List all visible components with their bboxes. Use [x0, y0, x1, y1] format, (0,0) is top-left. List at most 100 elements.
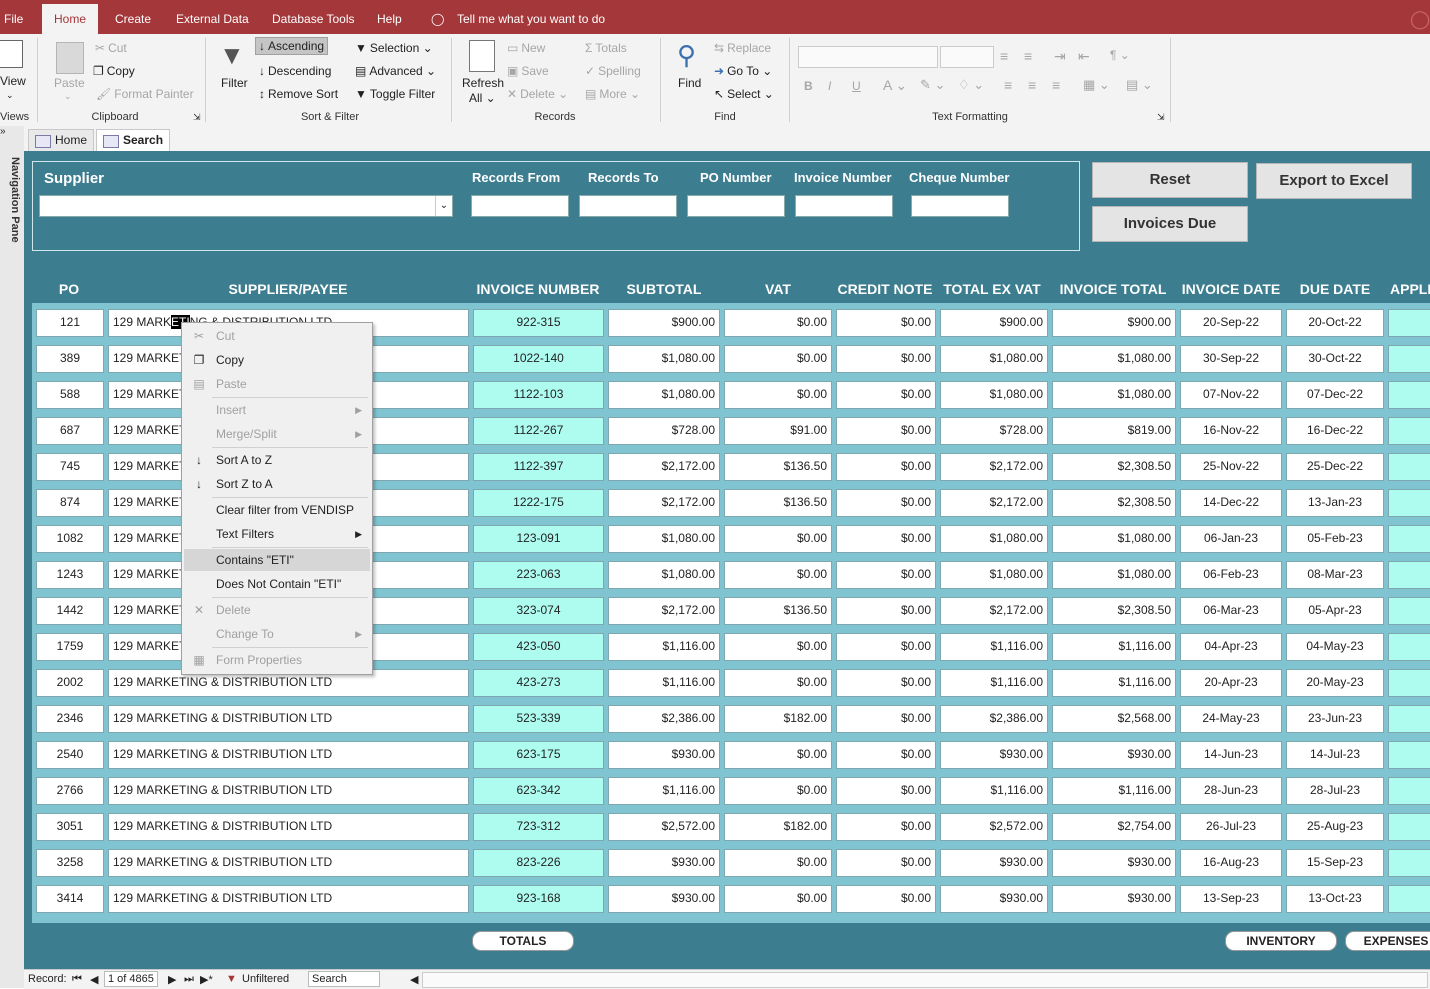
menu-item-does-not-contain-eti[interactable]: Does Not Contain "ETI" [184, 573, 370, 595]
cell-invoice-total[interactable]: $819.00 [1052, 417, 1176, 445]
menu-item-clear-filter-from-vendisp[interactable]: Clear filter from VENDISP [184, 499, 370, 521]
cell-invoice-date[interactable]: 04-Apr-23 [1180, 633, 1282, 661]
cell-credit-note[interactable]: $0.00 [836, 741, 936, 769]
cell-due-date[interactable]: 20-Oct-22 [1286, 309, 1384, 337]
cell-due-date[interactable]: 14-Jul-23 [1286, 741, 1384, 769]
cell-credit-note[interactable]: $0.00 [836, 345, 936, 373]
cell-invoice-total[interactable]: $930.00 [1052, 885, 1176, 913]
highlight-icon[interactable]: ✎ ⌄ [920, 77, 945, 93]
current-record-input[interactable]: 1 of 4865 [104, 971, 158, 987]
find-button[interactable]: Find [678, 76, 701, 90]
cell-total-ex-vat[interactable]: $2,172.00 [940, 489, 1048, 517]
cell-credit-note[interactable]: $0.00 [836, 453, 936, 481]
menu-item-copy[interactable]: ❐ Copy [184, 349, 370, 371]
previous-record-icon[interactable]: ◀ [90, 973, 98, 986]
cell-invoice-total[interactable]: $2,754.00 [1052, 813, 1176, 841]
cell-due-date[interactable]: 13-Jan-23 [1286, 489, 1384, 517]
save-record-button[interactable]: ▣ Save [507, 64, 549, 78]
font-color-icon[interactable]: A ⌄ [883, 77, 907, 94]
chevron-down-icon[interactable]: ⌄ [64, 91, 72, 102]
font-name-select[interactable] [798, 46, 938, 68]
cell-total-ex-vat[interactable]: $2,572.00 [940, 813, 1048, 841]
cell-total-ex-vat[interactable]: $930.00 [940, 885, 1048, 913]
cell-po[interactable]: 874 [36, 489, 104, 517]
cell-applied[interactable] [1388, 741, 1430, 769]
cell-po[interactable]: 3258 [36, 849, 104, 877]
descending-button[interactable]: ↓ Descending [259, 64, 331, 78]
cell-invoice-number[interactable]: 1122-267 [473, 417, 604, 445]
cell-invoice-number[interactable]: 1022-140 [473, 345, 604, 373]
menu-item-contains-eti[interactable]: Contains "ETI" [184, 549, 370, 571]
cell-vat[interactable]: $0.00 [724, 849, 832, 877]
cell-applied[interactable] [1388, 561, 1430, 589]
cell-invoice-total[interactable]: $1,080.00 [1052, 345, 1176, 373]
cell-due-date[interactable]: 07-Dec-22 [1286, 381, 1384, 409]
cell-subtotal[interactable]: $2,172.00 [608, 597, 720, 625]
first-record-icon[interactable]: ⏮ [72, 973, 82, 986]
cell-subtotal[interactable]: $1,080.00 [608, 525, 720, 553]
spelling-button[interactable]: ✓ Spelling [585, 64, 641, 78]
cell-total-ex-vat[interactable]: $930.00 [940, 741, 1048, 769]
cell-subtotal[interactable]: $1,080.00 [608, 345, 720, 373]
chevron-down-icon[interactable]: ⌄ [6, 90, 14, 101]
view-icon[interactable] [0, 40, 23, 68]
cell-total-ex-vat[interactable]: $1,116.00 [940, 777, 1048, 805]
cell-credit-note[interactable]: $0.00 [836, 597, 936, 625]
cell-invoice-date[interactable]: 06-Mar-23 [1180, 597, 1282, 625]
cell-invoice-total[interactable]: $1,080.00 [1052, 561, 1176, 589]
cell-due-date[interactable]: 23-Jun-23 [1286, 705, 1384, 733]
cell-subtotal[interactable]: $2,172.00 [608, 453, 720, 481]
cell-applied[interactable] [1388, 453, 1430, 481]
dialog-launcher-icon[interactable]: ⇲ [193, 112, 201, 123]
tab-external-data[interactable]: External Data [176, 0, 249, 34]
menu-item-paste[interactable]: ▤ Paste [184, 373, 370, 395]
fill-color-icon[interactable]: ♢ ⌄ [958, 77, 984, 93]
cell-due-date[interactable]: 05-Feb-23 [1286, 525, 1384, 553]
last-record-icon[interactable]: ⏭ [184, 973, 194, 986]
cell-invoice-total[interactable]: $930.00 [1052, 849, 1176, 877]
cell-due-date[interactable]: 04-May-23 [1286, 633, 1384, 661]
refresh-icon[interactable] [469, 40, 495, 72]
cell-due-date[interactable]: 08-Mar-23 [1286, 561, 1384, 589]
tab-file[interactable]: File [4, 0, 23, 34]
italic-button[interactable]: I [828, 79, 831, 93]
cell-due-date[interactable]: 16-Dec-22 [1286, 417, 1384, 445]
cell-subtotal[interactable]: $728.00 [608, 417, 720, 445]
cell-applied[interactable] [1388, 597, 1430, 625]
cell-invoice-number[interactable]: 123-091 [473, 525, 604, 553]
cell-applied[interactable] [1388, 813, 1430, 841]
menu-item-text-filters[interactable]: Text Filters ▶ [184, 523, 370, 545]
cell-applied[interactable] [1388, 309, 1430, 337]
cell-credit-note[interactable]: $0.00 [836, 561, 936, 589]
cell-po[interactable]: 687 [36, 417, 104, 445]
cell-subtotal[interactable]: $1,080.00 [608, 381, 720, 409]
cell-invoice-total[interactable]: $1,116.00 [1052, 633, 1176, 661]
cell-invoice-date[interactable]: 30-Sep-22 [1180, 345, 1282, 373]
doc-tab-search[interactable]: Search [96, 129, 171, 151]
cell-applied[interactable] [1388, 669, 1430, 697]
cell-vat[interactable]: $136.50 [724, 453, 832, 481]
align-center-icon[interactable]: ≡ [1028, 77, 1036, 93]
ascending-button[interactable]: ↓ Ascending [254, 37, 329, 55]
delete-record-button[interactable]: ✕ Delete ⌄ [507, 87, 568, 101]
paste-button[interactable]: Paste [54, 76, 85, 90]
cell-invoice-number[interactable]: 323-074 [473, 597, 604, 625]
cell-subtotal[interactable]: $930.00 [608, 849, 720, 877]
cell-vat[interactable]: $0.00 [724, 561, 832, 589]
menu-item-sort-a-to-z[interactable]: ↓ Sort A to Z [184, 449, 370, 471]
replace-button[interactable]: ⇆ Replace [714, 41, 771, 55]
cell-subtotal[interactable]: $2,572.00 [608, 813, 720, 841]
cell-vat[interactable]: $0.00 [724, 885, 832, 913]
indent-icon[interactable]: ⇥ [1054, 48, 1066, 65]
cell-subtotal[interactable]: $1,080.00 [608, 561, 720, 589]
cell-credit-note[interactable]: $0.00 [836, 705, 936, 733]
cell-subtotal[interactable]: $1,116.00 [608, 669, 720, 697]
cell-applied[interactable] [1388, 885, 1430, 913]
doc-tab-home[interactable]: Home [28, 129, 95, 151]
filter-button[interactable]: Filter [221, 76, 248, 90]
cell-invoice-date[interactable]: 26-Jul-23 [1180, 813, 1282, 841]
cell-invoice-total[interactable]: $930.00 [1052, 741, 1176, 769]
menu-item-cut[interactable]: ✂ Cut [184, 325, 370, 347]
cell-applied[interactable] [1388, 345, 1430, 373]
cell-invoice-date[interactable]: 28-Jun-23 [1180, 777, 1282, 805]
